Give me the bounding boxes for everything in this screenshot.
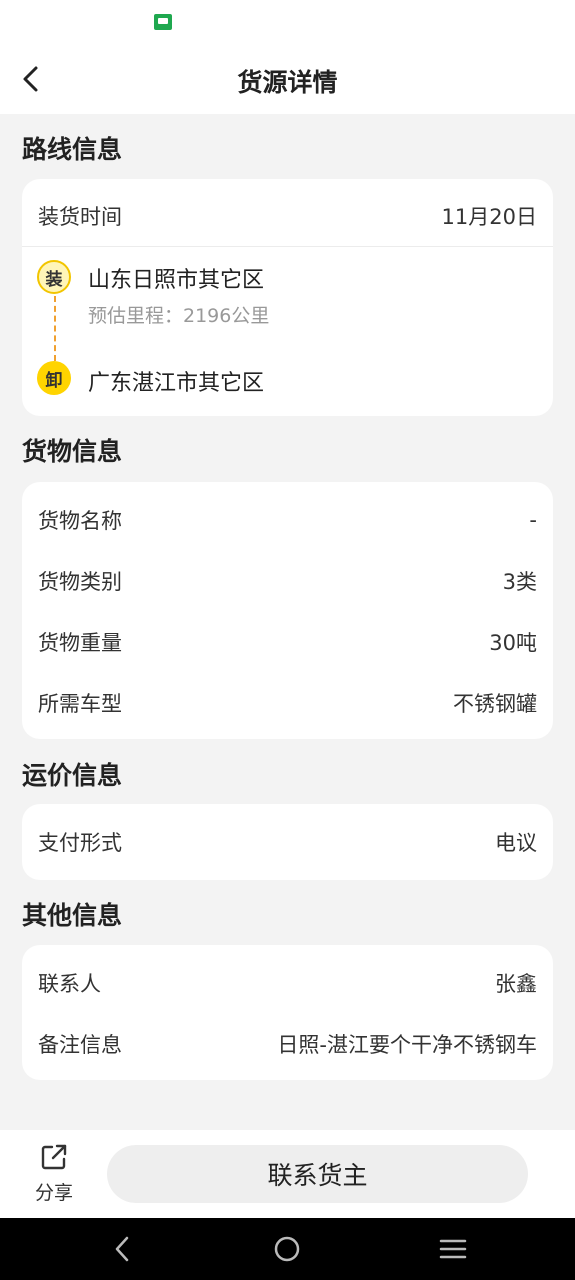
system-home-icon (274, 1236, 300, 1262)
page-title: 货源详情 (237, 68, 338, 97)
system-home-button[interactable] (272, 1234, 302, 1264)
cargo-card: 货物名称 - 货物类别 3类 货物重量 30吨 所需车型 不锈钢罐 (22, 482, 553, 739)
system-menu-icon (439, 1239, 467, 1259)
other-card: 联系人 张鑫 备注信息 日照-湛江要个干净不锈钢车 (22, 945, 553, 1080)
price-section-title: 运价信息 (22, 761, 123, 790)
load-time-label: 装货时间 (38, 205, 122, 229)
status-bar (0, 0, 575, 44)
load-time-value: 11月20日 (441, 205, 537, 229)
cargo-row-label: 所需车型 (38, 692, 122, 716)
other-row: 备注信息 日照-湛江要个干净不锈钢车 (38, 1027, 537, 1061)
cargo-row-value: 不锈钢罐 (453, 692, 537, 716)
cargo-section-title: 货物信息 (22, 437, 123, 466)
other-row: 联系人 张鑫 (38, 966, 537, 1000)
unload-place: 广东湛江市其它区 (88, 371, 265, 396)
other-row-value: 张鑫 (495, 972, 537, 996)
divider (22, 246, 553, 247)
nav-bar: 货源详情 (0, 44, 575, 114)
estimated-distance: 预估里程：2196公里 (88, 305, 270, 327)
price-row: 支付形式 电议 (38, 825, 537, 859)
other-row-value: 日照-湛江要个干净不锈钢车 (277, 1033, 537, 1057)
cargo-row-value: - (529, 508, 537, 532)
app-notification-icon (154, 14, 172, 30)
system-back-button[interactable] (107, 1234, 137, 1264)
cargo-row-value: 3类 (502, 570, 537, 594)
load-badge: 装 (37, 260, 71, 294)
cargo-row: 货物类别 3类 (38, 564, 537, 598)
cargo-row-label: 货物类别 (38, 570, 122, 594)
route-section-title: 路线信息 (22, 135, 123, 164)
load-time-row: 装货时间 11月20日 (38, 199, 537, 233)
cargo-row-label: 货物重量 (38, 631, 122, 655)
system-back-icon (115, 1236, 129, 1262)
route-dash-line (54, 296, 56, 361)
other-row-label: 备注信息 (38, 1033, 122, 1057)
share-button[interactable]: 分享 (24, 1142, 84, 1208)
cargo-row: 所需车型 不锈钢罐 (38, 686, 537, 720)
other-section-title: 其他信息 (22, 901, 123, 930)
other-row-label: 联系人 (38, 972, 101, 996)
route-card: 装货时间 11月20日 装 卸 山东日照市其它区 预估里程：2196公里 广东湛… (22, 179, 553, 416)
share-icon (41, 1144, 67, 1170)
contact-owner-button[interactable]: 联系货主 (107, 1145, 528, 1203)
price-card: 支付形式 电议 (22, 804, 553, 880)
cargo-row-value: 30吨 (489, 631, 537, 655)
cargo-row-label: 货物名称 (38, 509, 122, 533)
share-label: 分享 (34, 1182, 73, 1204)
cargo-row: 货物重量 30吨 (38, 625, 537, 659)
load-place: 山东日照市其它区 (88, 268, 265, 293)
system-navigation-bar (0, 1218, 575, 1280)
bottom-action-bar: 分享 联系货主 (0, 1130, 575, 1218)
cargo-row: 货物名称 - (38, 503, 537, 537)
system-menu-button[interactable] (438, 1234, 468, 1264)
unload-badge: 卸 (37, 361, 71, 395)
price-row-label: 支付形式 (38, 831, 122, 855)
price-row-value: 电议 (495, 831, 537, 855)
